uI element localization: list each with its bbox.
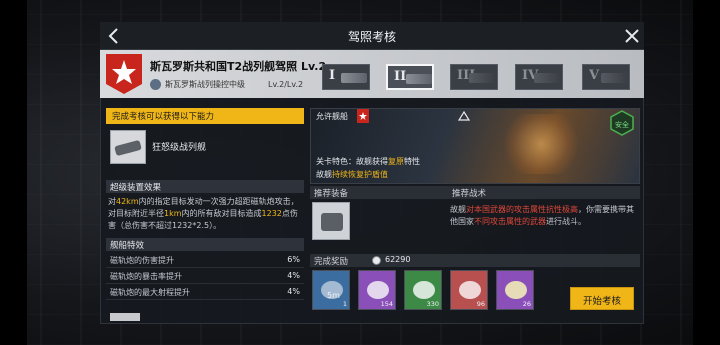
tier-tab-3[interactable]: III [450, 64, 498, 90]
tier-tab-4[interactable]: IV [515, 64, 563, 90]
trait-row: 磁轨炮的伤害提升 6% [106, 254, 304, 268]
reward-item-count: 26 [522, 300, 531, 308]
rank-icon [150, 79, 161, 90]
title-bar: 驾照考核 [100, 22, 644, 50]
reward-header: 完成奖励 [310, 254, 640, 267]
battleship-icon [114, 139, 142, 157]
start-exam-button[interactable]: 开始考核 [570, 287, 634, 310]
weapon-module-icon [321, 213, 343, 231]
reward-item-label: 5m [327, 291, 340, 300]
tier-tab-1[interactable]: I [322, 64, 370, 90]
tactic-warning: 不同攻击属性的武器 [474, 217, 546, 226]
recommend-equipment-header: 推荐装备 [310, 186, 448, 199]
explosion-art [496, 114, 586, 174]
ship-silhouette-icon [341, 73, 367, 83]
reward-item-5[interactable]: 26 [496, 270, 534, 310]
trait-label: 磁轨炮的暴击率提升 [110, 272, 182, 281]
reward-item-count: 330 [426, 300, 439, 308]
trait-row: 磁轨炮的最大射程提升 4% [106, 286, 304, 300]
trait-highlight: 持续恢复护盾值 [332, 170, 388, 179]
license-name: 斯瓦罗斯共和国T2战列舰驾照 Lv.2 [150, 60, 327, 73]
ship-silhouette-icon [406, 74, 432, 84]
level-trait-line: 关卡特色：故舰获得复原特性 [316, 156, 420, 167]
skill-description: 对42km内的指定目标发动一次强力超距磁轨炮攻击，对目标附近半径1km内的所有敌… [108, 196, 302, 232]
back-icon[interactable] [104, 26, 124, 46]
ability-tag: 完成考核可以获得以下能力 [106, 108, 304, 124]
trait-text: 故舰 [316, 170, 332, 179]
warning-triangle-icon [458, 111, 470, 121]
ore-icon [459, 281, 481, 299]
tier-tab-5[interactable]: V [582, 64, 630, 90]
trait-text: 关卡特色：故舰获得 [316, 157, 388, 166]
ore-icon [367, 281, 389, 299]
faction-emblem-icon [106, 54, 142, 94]
window-title: 驾照考核 [347, 30, 396, 44]
ship-silhouette-icon [534, 73, 560, 83]
reward-item-2[interactable]: 154 [358, 270, 396, 310]
skill-section-header: 超级装置效果 [106, 180, 304, 193]
tactic-description: 故舰对本国武器的攻击属性抗性极高，你需要携带其他国家不同攻击属性的武器进行战斗。 [450, 204, 636, 228]
scroll-indicator[interactable] [110, 313, 140, 321]
safe-zone-label: 安全 [615, 120, 629, 129]
trait-text: 特性 [404, 157, 420, 166]
desc-text: 内的所有敌对目标造成 [181, 209, 262, 218]
tactic-text: 故舰 [450, 205, 466, 214]
reward-item-4[interactable]: 96 [450, 270, 488, 310]
tier-numeral: I [329, 68, 336, 83]
reward-item-count: 154 [380, 300, 393, 308]
traits-section-header: 舰船特效 [106, 238, 304, 251]
trait-value: 4% [287, 287, 300, 296]
rank-row: 斯瓦罗斯战列操控中级 [150, 79, 245, 90]
desc-radius: 1km [164, 209, 182, 218]
license-level: Lv.2/Lv.2 [268, 80, 304, 89]
reward-item-count: 96 [476, 300, 485, 308]
ore-icon [505, 281, 527, 299]
screen-edge-left [0, 0, 27, 345]
reward-credits: 62290 [385, 255, 411, 264]
tier-tab-2[interactable]: II [386, 64, 434, 90]
desc-range: 42km [116, 197, 139, 206]
trait-label: 磁轨炮的伤害提升 [110, 256, 174, 265]
faction-badge-icon [357, 109, 369, 123]
safe-zone-badge: 安全 [610, 110, 634, 136]
allowed-ships-label: 允许舰船 [316, 112, 348, 121]
ship-silhouette-icon [601, 73, 627, 83]
desc-damage: 1232 [261, 209, 282, 218]
ship-silhouette-icon [469, 73, 495, 83]
reward-item-1[interactable]: 5m 1 [312, 270, 350, 310]
desc-text: 对 [108, 197, 116, 206]
rank-label: 斯瓦罗斯战列操控中级 [165, 80, 245, 89]
ore-icon [413, 281, 435, 299]
recommend-tactic-header: 推荐战术 [448, 186, 640, 199]
level-trait-line-2: 故舰持续恢复护盾值 [316, 169, 388, 180]
ship-thumbnail[interactable] [110, 130, 146, 164]
trait-value: 4% [287, 271, 300, 280]
screen-edge-right [693, 0, 720, 345]
close-icon[interactable] [622, 26, 642, 46]
reward-item-3[interactable]: 330 [404, 270, 442, 310]
reward-item-count: 1 [342, 300, 347, 308]
tactic-text: 进行战斗。 [546, 217, 586, 226]
trait-highlight: 复原 [388, 157, 404, 166]
tier-numeral: II [394, 69, 407, 84]
trait-row: 磁轨炮的暴击率提升 4% [106, 270, 304, 284]
credit-coin-icon [372, 256, 381, 265]
tactic-warning: 对本国武器的攻击属性抗性极高 [466, 205, 578, 214]
trait-value: 6% [287, 255, 300, 264]
ship-name: 狂怒级战列舰 [152, 143, 207, 153]
tier-numeral: V [589, 68, 600, 83]
trait-label: 磁轨炮的最大射程提升 [110, 288, 190, 297]
recommended-equipment-slot[interactable] [312, 202, 350, 240]
